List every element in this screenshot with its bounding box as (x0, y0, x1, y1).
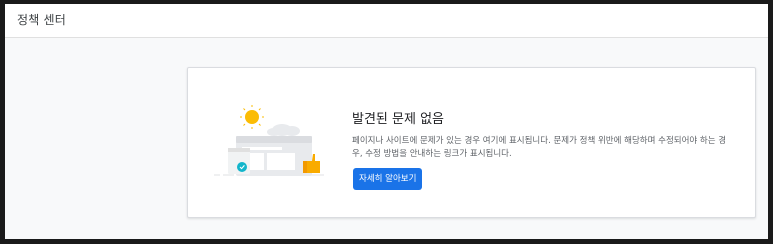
learn-more-button[interactable]: 자세히 알아보기 (353, 168, 423, 190)
cloud-icon (267, 124, 300, 136)
top-header: 정책 센터 (5, 4, 768, 38)
no-issues-description: 페이지나 사이트에 문제가 있는 경우 여기에 표시됩니다. 문제가 정책 위반… (352, 136, 727, 159)
page-title: 정책 센터 (17, 13, 66, 27)
no-issues-card: 발견된 문제 없음 페이지나 사이트에 문제가 있는 경우 여기에 표시됩니다.… (187, 67, 756, 218)
app-frame: 정책 센터 발견된 문제 없음 페이지나 사이트에 문제가 있는 경우 여기에 … (5, 4, 768, 239)
no-issues-illustration (214, 105, 324, 176)
sun-icon (240, 105, 264, 129)
no-issues-title: 발견된 문제 없음 (352, 112, 444, 127)
shield-check-icon (237, 162, 247, 172)
